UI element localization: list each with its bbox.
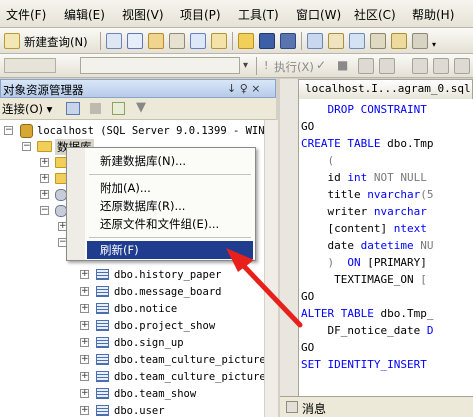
annotation-arrow <box>226 248 303 328</box>
arrow-head <box>226 248 254 272</box>
arrow-shaft <box>237 259 303 328</box>
